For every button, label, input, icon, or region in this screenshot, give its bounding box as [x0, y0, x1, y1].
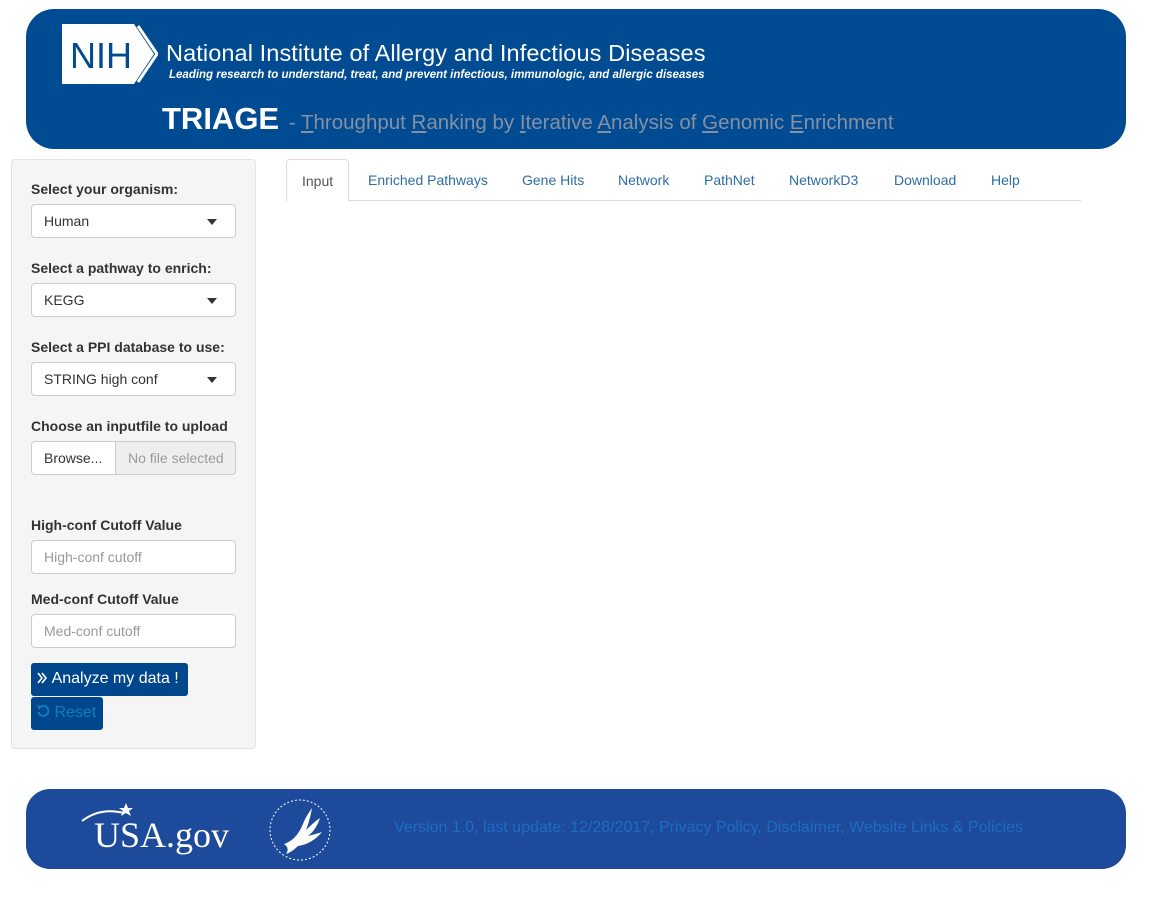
app-subtitle: - Throughput Ranking by Iterative Analys…: [283, 111, 894, 134]
site-header: NIH National Institute of Allergy and In…: [26, 9, 1126, 149]
ppi-select[interactable]: STRING high conf: [31, 362, 236, 396]
file-status: No file selected: [128, 450, 224, 466]
pathway-select[interactable]: KEGG: [31, 283, 236, 317]
caret-down-icon: [207, 377, 217, 383]
subtitle-initial: G: [702, 111, 719, 134]
subtitle-initial: R: [411, 111, 427, 134]
tab-networkd3[interactable]: NetworkD3: [774, 159, 873, 201]
high-cutoff-label: High-conf Cutoff Value: [31, 517, 182, 533]
tab-download[interactable]: Download: [879, 159, 971, 201]
main-tabs: Input Enriched Pathways Gene Hits Networ…: [286, 159, 1081, 202]
high-cutoff-input[interactable]: [31, 540, 236, 574]
app-title: TRIAGE: [162, 101, 280, 136]
sidebar-panel: Select your organism: Human Select a pat…: [11, 159, 256, 749]
pathway-label: Select a pathway to enrich:: [31, 260, 212, 276]
usa-gov-logo-text: USA.gov: [94, 815, 229, 855]
institute-tagline: Leading research to understand, treat, a…: [169, 69, 705, 81]
nih-logo[interactable]: NIH: [62, 24, 158, 84]
tab-input[interactable]: Input: [286, 159, 350, 202]
organism-select-value: Human: [44, 213, 90, 229]
ppi-select-value: STRING high conf: [44, 371, 158, 387]
subtitle-text: enomic: [718, 111, 790, 134]
caret-down-icon: [207, 298, 217, 304]
hhs-eagle-logo[interactable]: [266, 796, 334, 864]
caret-down-icon: [207, 219, 217, 225]
file-upload-input: Browse... No file selected: [31, 441, 236, 475]
pathway-select-value: KEGG: [44, 292, 85, 308]
organism-label: Select your organism:: [31, 181, 179, 197]
subtitle-initial: A: [597, 111, 611, 134]
subtitle-text: hroughput: [313, 111, 412, 134]
subtitle-text: terative: [525, 111, 598, 134]
reset-icon: [36, 704, 50, 717]
med-cutoff-input[interactable]: [31, 614, 236, 648]
subtitle-initial: E: [789, 111, 804, 134]
subtitle-text: anking by: [426, 111, 520, 134]
tab-help[interactable]: Help: [976, 159, 1035, 201]
subtitle-text: -: [283, 111, 301, 134]
ppi-label: Select a PPI database to use:: [31, 339, 225, 355]
nih-logo-text: NIH: [70, 35, 132, 76]
tab-network[interactable]: Network: [603, 159, 684, 201]
tab-gene-hits[interactable]: Gene Hits: [507, 159, 599, 201]
med-cutoff-label: Med-conf Cutoff Value: [31, 591, 179, 607]
reset-button-label: Reset: [54, 704, 97, 721]
tab-enriched-pathways[interactable]: Enriched Pathways: [353, 159, 503, 201]
subtitle-initial: T: [300, 111, 314, 134]
double-chevron-right-icon: [37, 672, 48, 684]
subtitle-text: nalysis of: [611, 111, 703, 134]
reset-button[interactable]: Reset: [31, 697, 103, 730]
browse-button[interactable]: Browse...: [32, 442, 116, 474]
organism-select[interactable]: Human: [31, 204, 236, 238]
subtitle-text: nrichment: [803, 111, 894, 134]
file-upload-label: Choose an inputfile to upload: [31, 418, 228, 434]
tab-pathnet[interactable]: PathNet: [689, 159, 770, 201]
site-footer: USA.gov Version 1.0, last update: 12/28/…: [26, 789, 1126, 869]
usa-gov-logo[interactable]: USA.gov: [70, 799, 240, 859]
analyze-button-label: Analyze my data !: [51, 670, 179, 687]
footer-version-links[interactable]: Version 1.0, last update: 12/28/2017, Pr…: [394, 819, 1023, 837]
institute-name: National Institute of Allergy and Infect…: [166, 40, 706, 66]
app-title-row: TRIAGE - Throughput Ranking by Iterative…: [162, 101, 894, 137]
analyze-button[interactable]: Analyze my data !: [31, 663, 188, 696]
